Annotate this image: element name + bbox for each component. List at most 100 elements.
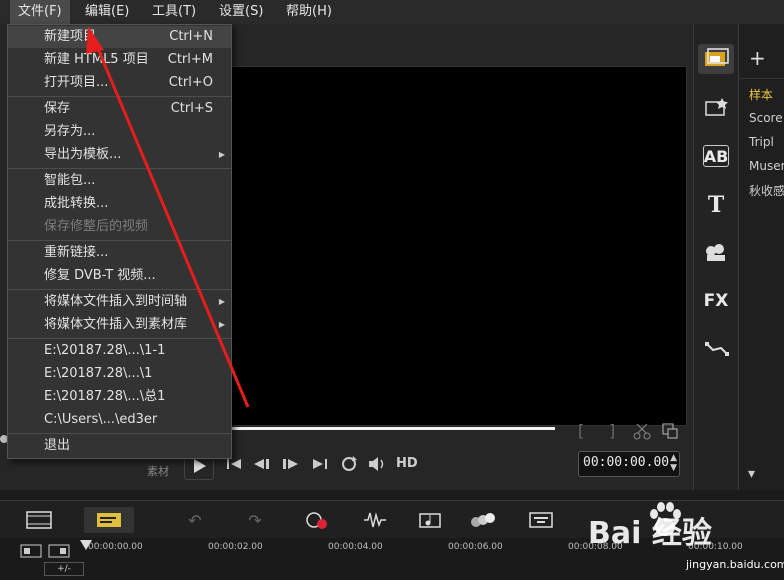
redo-button[interactable]: ↷ bbox=[230, 507, 280, 533]
submenu-arrow-icon: ▶ bbox=[218, 320, 225, 329]
add-library-button[interactable]: + bbox=[749, 46, 766, 70]
repeat-button[interactable] bbox=[340, 455, 358, 477]
record-icon bbox=[306, 512, 327, 529]
mark-out-icon[interactable]: ] bbox=[609, 421, 615, 440]
filter-icon[interactable]: FX bbox=[698, 286, 734, 316]
next-frame-button[interactable] bbox=[280, 456, 300, 476]
library-options-icon[interactable]: ▾ bbox=[748, 466, 755, 482]
menu-item-shortcut: Ctrl+M bbox=[167, 52, 213, 67]
go-start-button[interactable] bbox=[224, 456, 244, 476]
file-menu-item[interactable]: 将媒体文件插入到时间轴 ▶ bbox=[8, 291, 231, 313]
file-menu-item[interactable]: C:\Users\...\ed3er bbox=[8, 409, 231, 431]
timecode-field[interactable]: 00:00:00.00 ▲ ▼ bbox=[578, 451, 680, 477]
menu-item-shortcut: Ctrl+O bbox=[168, 75, 213, 90]
motion-track-icon bbox=[471, 513, 495, 527]
timeline-icon bbox=[97, 513, 121, 527]
undo-button[interactable]: ↶ bbox=[170, 507, 220, 533]
timecode-stepper-icon[interactable]: ▲ ▼ bbox=[670, 453, 677, 473]
menu-item-label: 新建 HTML5 项目 bbox=[44, 52, 149, 67]
file-menu-item[interactable]: E:\20187.28\...\1 bbox=[8, 363, 231, 385]
menu-item-label: 将媒体文件插入到素材库 bbox=[44, 317, 188, 332]
repeat-icon bbox=[342, 456, 357, 471]
split-button[interactable] bbox=[633, 422, 651, 444]
menu-item-label: 新建项目 bbox=[44, 29, 97, 44]
sound-mixer-button[interactable] bbox=[350, 507, 400, 533]
watermark-text: Bai 经验 bbox=[588, 516, 712, 551]
menu-separator bbox=[8, 240, 231, 241]
baidu-watermark: Bai 经验 jingyan.baidu.com bbox=[588, 494, 784, 574]
menu-separator bbox=[8, 96, 231, 97]
media-icon[interactable] bbox=[698, 44, 734, 74]
clip-label: 素材 bbox=[147, 465, 169, 478]
menu-item-label: C:\Users\...\ed3er bbox=[44, 412, 158, 427]
menu-settings[interactable]: 设置(S) bbox=[211, 0, 271, 24]
motion-tracking-button[interactable] bbox=[458, 507, 508, 533]
skip-end-icon bbox=[313, 459, 327, 469]
preview-screen bbox=[230, 66, 687, 426]
subtitle-icon bbox=[529, 512, 553, 528]
ruler-tick-label: 00:00:06.00 bbox=[448, 542, 503, 552]
ruler-tick-label: 00:00:00.00 bbox=[88, 542, 143, 552]
storyboard-view-button[interactable] bbox=[14, 507, 64, 533]
video-track-icon[interactable] bbox=[20, 544, 42, 562]
menu-item-label: 导出为模板... bbox=[44, 147, 122, 162]
menu-separator bbox=[8, 338, 231, 339]
file-menu-item[interactable]: 修复 DVB-T 视频... bbox=[8, 265, 231, 287]
file-menu-item[interactable]: 保存 Ctrl+S bbox=[8, 98, 231, 120]
prev-frame-button[interactable] bbox=[252, 456, 272, 476]
library-item[interactable]: 秋收感 bbox=[749, 182, 784, 199]
menu-tools[interactable]: 工具(T) bbox=[144, 0, 204, 24]
subtitle-editor-button[interactable] bbox=[516, 507, 566, 533]
file-menu-item[interactable]: 重新链接... bbox=[8, 242, 231, 264]
auto-music-button[interactable] bbox=[406, 507, 456, 533]
step-back-icon bbox=[254, 459, 269, 469]
file-menu-item[interactable]: 打开项目... Ctrl+O bbox=[8, 72, 231, 94]
zoom-control[interactable]: +/- bbox=[44, 562, 84, 576]
file-menu-item[interactable]: E:\20187.28\...\1-1 bbox=[8, 340, 231, 362]
title-icon[interactable]: T bbox=[698, 190, 734, 220]
menu-file[interactable]: 文件(F) bbox=[10, 0, 70, 24]
file-menu-item: 保存修整后的视频 bbox=[8, 216, 231, 238]
menu-item-label: E:\20187.28\...\1 bbox=[44, 366, 153, 381]
menu-item-label: 保存修整后的视频 bbox=[44, 219, 149, 234]
menu-item-shortcut: Ctrl+S bbox=[170, 101, 213, 116]
storyboard-icon bbox=[26, 511, 52, 529]
menu-item-label: 将媒体文件插入到时间轴 bbox=[44, 294, 188, 309]
menu-separator bbox=[8, 168, 231, 169]
library-item[interactable]: Score bbox=[749, 111, 783, 125]
enlarge-preview-button[interactable] bbox=[661, 422, 679, 444]
transition-icon[interactable]: AB bbox=[703, 145, 729, 167]
file-menu-item[interactable]: 成批转换... bbox=[8, 193, 231, 215]
file-menu-item[interactable]: E:\20187.28\...\总1 bbox=[8, 386, 231, 408]
timecode-value: 00:00:00.00 bbox=[583, 455, 670, 470]
enlarge-icon bbox=[662, 423, 678, 439]
library-item[interactable]: Muser bbox=[749, 159, 784, 173]
menu-separator bbox=[8, 289, 231, 290]
timeline-view-button[interactable] bbox=[84, 507, 134, 533]
path-icon[interactable] bbox=[698, 334, 734, 364]
file-menu-item[interactable]: 另存为... bbox=[8, 121, 231, 143]
menu-item-label: 重新链接... bbox=[44, 245, 109, 260]
file-menu-item[interactable]: 导出为模板... ▶ bbox=[8, 144, 231, 166]
file-menu-item[interactable]: 智能包... bbox=[8, 170, 231, 192]
menu-edit[interactable]: 编辑(E) bbox=[77, 0, 137, 24]
library-item[interactable]: Tripl bbox=[749, 135, 774, 149]
hd-toggle[interactable]: HD bbox=[396, 456, 418, 471]
graphic-icon[interactable] bbox=[698, 238, 734, 268]
overlay-track-icon[interactable] bbox=[48, 544, 70, 562]
mark-in-icon[interactable]: [ bbox=[578, 421, 584, 440]
menu-help[interactable]: 帮助(H) bbox=[278, 0, 340, 24]
file-menu-item[interactable]: 新建项目 Ctrl+N bbox=[8, 26, 231, 48]
library-item[interactable]: 样本 bbox=[749, 86, 773, 103]
instant-project-icon[interactable] bbox=[698, 92, 734, 122]
library-panel: + 样本 Score Tripl Muser 秋收感 bbox=[738, 24, 784, 490]
submenu-arrow-icon: ▶ bbox=[218, 297, 225, 306]
file-menu-item[interactable]: 将媒体文件插入到素材库 ▶ bbox=[8, 314, 231, 336]
file-menu-item[interactable]: 新建 HTML5 项目 Ctrl+M bbox=[8, 49, 231, 71]
scrubber-bar[interactable] bbox=[230, 427, 555, 430]
file-menu-item[interactable]: 退出 bbox=[8, 435, 231, 457]
menu-item-shortcut: Ctrl+N bbox=[169, 29, 213, 44]
record-capture-button[interactable] bbox=[292, 507, 342, 533]
go-end-button[interactable] bbox=[310, 456, 330, 476]
volume-button[interactable] bbox=[367, 455, 389, 477]
